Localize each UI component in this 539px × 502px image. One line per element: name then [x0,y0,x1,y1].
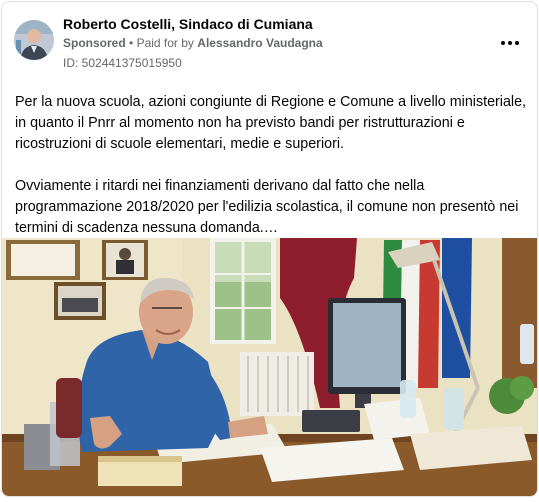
sponsored-line: Sponsored • Paid for by Alessandro Vauda… [63,36,323,50]
more-options-button[interactable] [499,32,523,52]
meta-separator: • [129,36,134,50]
paid-for-prefix: Paid for by [136,36,194,50]
post-header: Roberto Costelli, Sindaco di Cumiana Spo… [2,2,537,78]
sponsored-label[interactable]: Sponsored [63,36,126,50]
post-body: Per la nuova scuola, azioni congiunte di… [15,92,527,260]
ad-id: ID: 502441375015950 [63,56,182,70]
ad-post-card: Roberto Costelli, Sindaco di Cumiana Spo… [1,1,538,497]
post-photo[interactable] [2,238,537,496]
paid-for-name: Alessandro Vaudagna [197,36,323,50]
avatar-image [14,20,54,60]
post-paragraph-2: Ovviamente i ritardi nei finanziamenti d… [15,178,519,236]
more-horizontal-icon [501,41,505,45]
post-paragraph-1: Per la nuova scuola, azioni congiunte di… [15,94,527,152]
more-dot [508,41,512,45]
author-avatar[interactable] [14,20,54,60]
office-photo [2,238,537,496]
more-dot [515,41,519,45]
author-name[interactable]: Roberto Costelli, Sindaco di Cumiana [63,16,313,32]
